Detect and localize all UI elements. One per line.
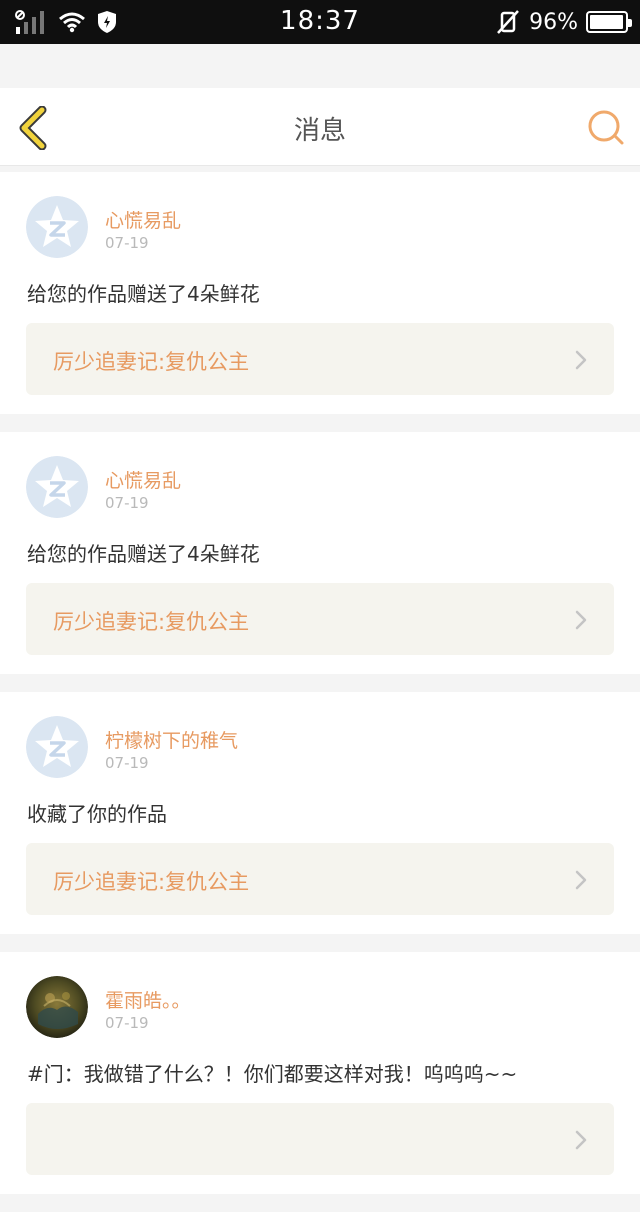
battery-fill [590,15,623,29]
search-icon [588,110,624,145]
message-text: 收藏了你的作品 [27,802,167,826]
chevron-right-icon [575,610,587,630]
message-date: 07-19 [105,754,149,772]
message-card: 霍雨皓。。 07-19 #门：我做错了什么？！你们都要这样对我！呜呜呜~~ [0,952,640,1194]
username[interactable]: 心慌易乱 [105,466,181,493]
avatar[interactable] [26,716,88,778]
message-date: 07-19 [105,234,149,252]
default-avatar-icon [26,456,88,518]
work-link[interactable] [26,1103,614,1175]
work-link[interactable]: 厉少追妻记:复仇公主 [26,843,614,915]
message-card: 柠檬树下的稚气 07-19 收藏了你的作品 厉少追妻记:复仇公主 [0,692,640,934]
default-avatar-icon [26,196,88,258]
work-title: 厉少追妻记:复仇公主 [53,350,250,374]
username[interactable]: 霍雨皓。。 [105,986,191,1013]
app-header: 消息 [0,88,640,166]
status-right: 96% [495,8,632,36]
avatar[interactable] [26,196,88,258]
search-button[interactable] [586,108,626,148]
status-bar: 18:37 96% [0,0,640,44]
work-title: 厉少追妻记:复仇公主 [53,870,250,894]
message-card: 心慌易乱 07-19 给您的作品赠送了4朵鲜花 厉少追妻记:复仇公主 [0,172,640,414]
message-list: 心慌易乱 07-19 给您的作品赠送了4朵鲜花 厉少追妻记:复仇公主 心慌易乱 … [0,172,640,1212]
chevron-right-icon [575,350,587,370]
chevron-right-icon [575,870,587,890]
message-text: #门：我做错了什么？！你们都要这样对我！呜呜呜~~ [27,1062,518,1086]
vibrate-mute-icon [497,10,520,34]
avatar[interactable] [26,456,88,518]
battery-icon [586,11,632,33]
work-link[interactable]: 厉少追妻记:复仇公主 [26,583,614,655]
default-avatar-icon [26,716,88,778]
username[interactable]: 心慌易乱 [105,206,181,233]
chevron-right-icon [575,1130,587,1150]
message-text: 给您的作品赠送了4朵鲜花 [27,282,260,306]
message-text: 给您的作品赠送了4朵鲜花 [27,542,260,566]
page-title: 消息 [293,116,346,146]
photo-avatar-icon [26,976,88,1038]
avatar[interactable] [26,976,88,1038]
work-link[interactable]: 厉少追妻记:复仇公主 [26,323,614,395]
work-title: 厉少追妻记:复仇公主 [53,610,250,634]
message-date: 07-19 [105,1014,149,1032]
message-date: 07-19 [105,494,149,512]
battery-percent: 96% [529,9,578,35]
message-card: 心慌易乱 07-19 给您的作品赠送了4朵鲜花 厉少追妻记:复仇公主 [0,432,640,674]
username[interactable]: 柠檬树下的稚气 [105,726,238,753]
